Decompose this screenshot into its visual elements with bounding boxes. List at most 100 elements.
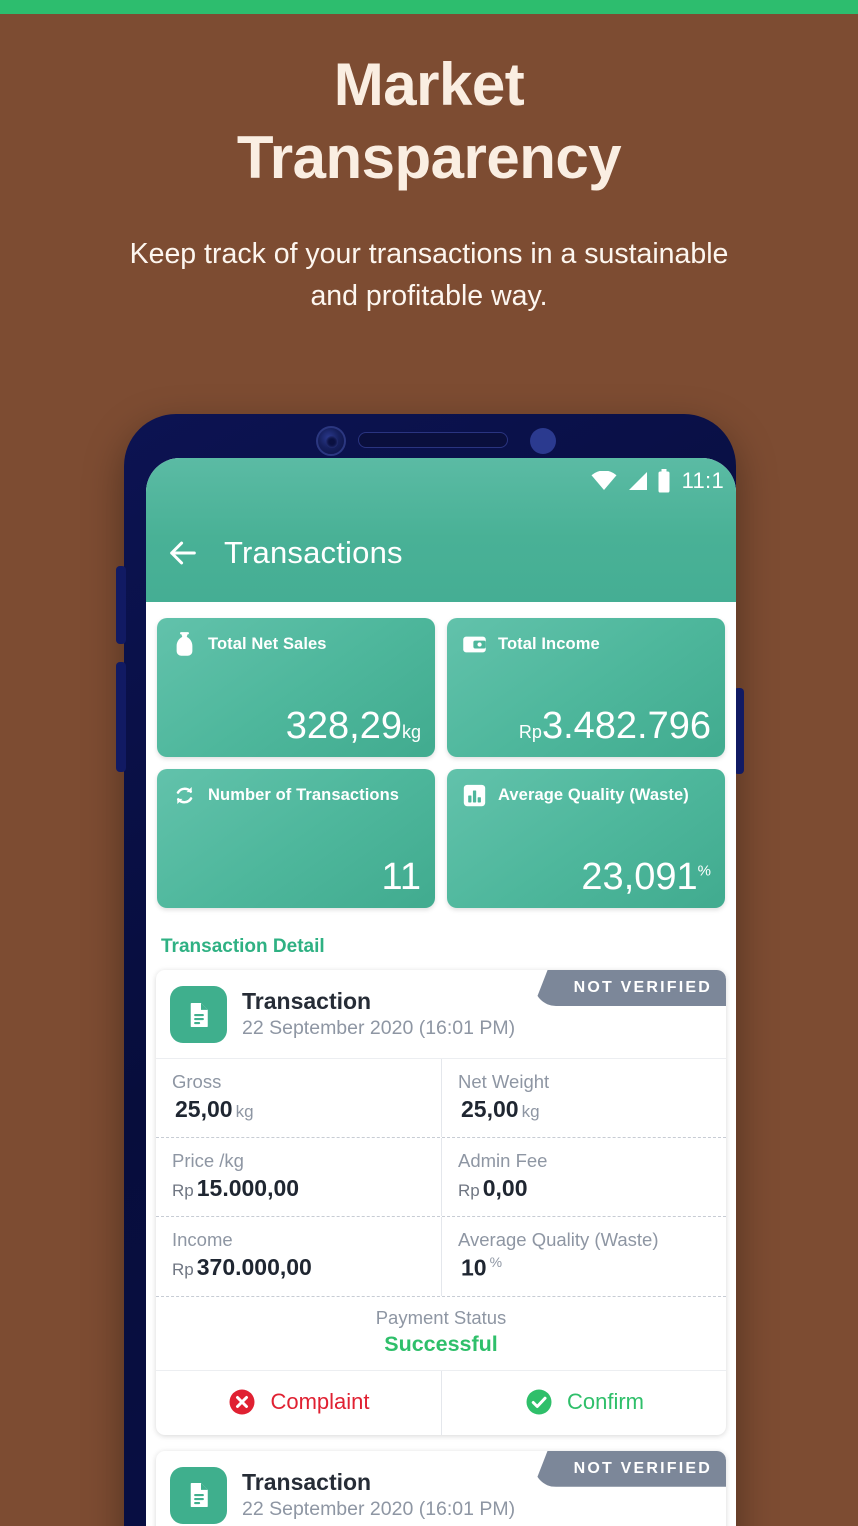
app-bar-title: Transactions (224, 535, 403, 570)
summary-card-number-of-transactions[interactable]: Number of Transactions 11 (157, 769, 435, 908)
page-title: Market Transparency (0, 48, 858, 194)
summary-card-total-income[interactable]: Total Income Rp3.482.796 (447, 618, 725, 757)
action-label: Complaint (270, 1388, 370, 1414)
field-price-per-kg: Price /kg Rp 15.000,00 (156, 1138, 441, 1216)
field-income: Income Rp 370.000,00 (156, 1217, 441, 1296)
complaint-button[interactable]: Complaint (156, 1371, 441, 1435)
card-value-prefix: Rp (518, 722, 542, 742)
back-arrow-icon[interactable] (166, 536, 200, 570)
proximity-sensor-icon (530, 428, 556, 454)
phone-mockup: 11:1 Transactions Total Net Sales 328,29… (116, 414, 744, 1526)
refresh-icon (176, 786, 193, 805)
battery-icon (658, 469, 670, 493)
card-value-number: 328,29 (285, 705, 402, 747)
promo-title-line-2: Transparency (236, 124, 622, 192)
field-value-prefix: Rp (172, 1260, 194, 1280)
status-badge: NOT VERIFIED (533, 970, 726, 1006)
status-bar: 11:1 (146, 458, 736, 504)
field-value-number: 15.000,00 (196, 1175, 300, 1202)
app-bar-row: Transactions (146, 504, 736, 602)
promo-header: Market Transparency Keep track of your t… (0, 14, 858, 317)
payment-status-row: Payment Status Successful (156, 1297, 726, 1371)
transaction-title: Transaction (242, 1469, 372, 1496)
screen-content: Total Net Sales 328,29kg Total Income Rp… (146, 602, 736, 1526)
payment-status-value: Successful (384, 1331, 498, 1356)
transaction-title: Transaction (242, 988, 372, 1015)
card-header: Number of Transactions (171, 782, 421, 809)
action-label: Confirm (566, 1388, 644, 1414)
cancel-circle-icon (229, 1389, 255, 1415)
transaction-card[interactable]: NOT VERIFIED Transaction 22 September 20… (156, 1450, 726, 1526)
field-value-number: 370.000,00 (196, 1254, 312, 1281)
volume-down-button[interactable] (116, 662, 126, 772)
field-net-weight: Net Weight 25,00 kg (441, 1059, 726, 1138)
transaction-card[interactable]: NOT VERIFIED Transaction 22 September 20… (156, 970, 726, 1435)
field-value-prefix: Rp (458, 1181, 480, 1201)
check-circle-icon (526, 1389, 552, 1415)
section-title-transaction-detail: Transaction Detail (161, 936, 325, 957)
summary-card-total-net-sales[interactable]: Total Net Sales 328,29kg (157, 618, 435, 757)
field-value-prefix: Rp (172, 1181, 194, 1201)
wifi-icon (591, 471, 617, 490)
card-header: Average Quality (Waste) (461, 782, 711, 809)
front-camera-icon (316, 426, 346, 456)
transaction-field-row: Gross 25,00 kg Net Weight 25,00 kg (156, 1059, 726, 1139)
field-value: Rp 15.000,00 (172, 1174, 425, 1204)
card-value-number: 11 (381, 856, 421, 898)
card-value-suffix: kg (401, 722, 421, 742)
transaction-date: 22 September 2020 (16:01 PM) (242, 1498, 516, 1521)
document-icon (170, 1466, 227, 1524)
field-label: Income (172, 1229, 233, 1251)
wallet-icon (463, 636, 486, 653)
confirm-button[interactable]: Confirm (441, 1370, 726, 1435)
field-value: 25,00 kg (458, 1095, 710, 1125)
field-label: Admin Fee (458, 1150, 548, 1172)
card-value-number: 23,091 (581, 856, 698, 898)
transaction-field-row: Price /kg Rp 15.000,00 Admin Fee Rp 0,00 (156, 1138, 726, 1218)
field-value-number: 25,00 (461, 1096, 519, 1123)
card-label: Total Net Sales (208, 635, 327, 654)
bar-chart-icon (463, 784, 486, 807)
card-label: Total Income (498, 635, 600, 654)
document-icon (170, 986, 227, 1043)
card-value: 328,29kg (171, 707, 421, 745)
field-value-number: 10 (461, 1254, 487, 1281)
card-header: Total Net Sales (171, 631, 421, 658)
field-value-suffix: kg (235, 1102, 254, 1122)
app-bar: 11:1 Transactions (146, 458, 736, 602)
phone-screen: 11:1 Transactions Total Net Sales 328,29… (146, 458, 736, 1526)
transaction-date: 22 September 2020 (16:01 PM) (242, 1017, 516, 1040)
transaction-field-row: Income Rp 370.000,00 Average Quality (Was… (156, 1217, 726, 1297)
card-value: 11 (171, 858, 421, 896)
field-admin-fee: Admin Fee Rp 0,00 (441, 1138, 726, 1217)
field-value: Rp 370.000,00 (172, 1253, 425, 1283)
signal-icon (628, 472, 647, 490)
field-value-number: 25,00 (175, 1096, 233, 1123)
field-gross: Gross 25,00 kg (156, 1059, 441, 1137)
field-value: 25,00 kg (172, 1095, 425, 1125)
field-value-suffix: % (489, 1254, 503, 1271)
volume-up-button[interactable] (116, 566, 126, 644)
transaction-header-text: Transaction 22 September 2020 (16:01 PM) (242, 987, 515, 1041)
summary-cards-grid: Total Net Sales 328,29kg Total Income Rp… (156, 618, 726, 908)
summary-card-average-quality-waste[interactable]: Average Quality (Waste) 23,091% (447, 769, 725, 908)
sack-icon (176, 632, 193, 656)
field-value: 10% (458, 1253, 710, 1284)
field-label: Gross (172, 1071, 222, 1092)
card-value: 23,091% (461, 858, 711, 896)
card-value-number: 3.482.796 (541, 705, 711, 747)
card-value: Rp3.482.796 (461, 707, 711, 745)
field-label: Price /kg (172, 1150, 244, 1172)
promo-title-line-1: Market (333, 51, 525, 118)
payment-status-label: Payment Status (375, 1306, 507, 1328)
card-header: Total Income (461, 631, 711, 658)
field-value: Rp 0,00 (458, 1174, 710, 1204)
card-label: Average Quality (Waste) (498, 786, 689, 805)
transaction-actions: Complaint Confirm (156, 1370, 726, 1435)
field-value-number: 0,00 (482, 1175, 528, 1202)
card-value-suffix: % (697, 862, 711, 880)
status-badge: NOT VERIFIED (533, 1450, 726, 1487)
field-label: Net Weight (458, 1071, 550, 1092)
earpiece-speaker (358, 432, 508, 448)
field-average-quality-waste: Average Quality (Waste) 10% (441, 1217, 726, 1296)
